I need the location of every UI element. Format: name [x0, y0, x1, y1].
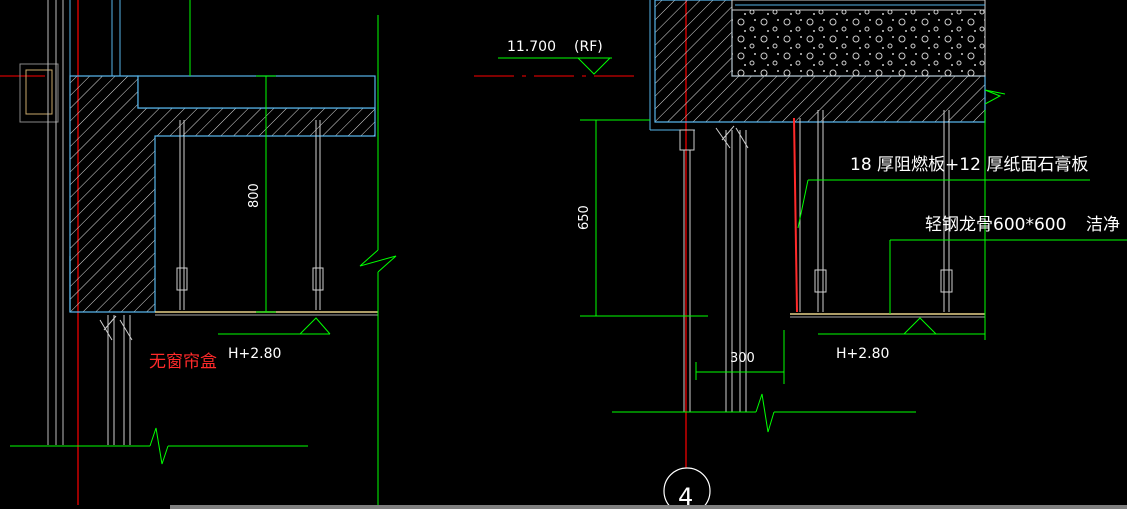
roof-elevation: 11.700: [507, 39, 556, 55]
left-level-label: H+2.80: [228, 346, 281, 362]
left-note-no-curtain-box: 无窗帘盒: [149, 352, 217, 372]
right-level-label: H+2.80: [836, 346, 889, 362]
cad-drawing-canvas: 800 H+2.80 无窗帘盒 11.700 (RF) 650 300 H+2.…: [0, 0, 1127, 509]
callout-clean: 洁净: [1086, 215, 1120, 235]
left-dimension-800: 800: [247, 183, 262, 208]
left-hangers: [176, 120, 324, 310]
right-detail: 11.700 (RF) 650 300 H+2.80 18 厚阻燃板+12 厚纸…: [474, 0, 1127, 509]
right-dimension-300: 300: [730, 351, 755, 366]
left-detail: 800 H+2.80 无窗帘盒: [0, 0, 397, 509]
callout-board: 18 厚阻燃板+12 厚纸面石膏板: [850, 154, 1088, 175]
left-slab: [137, 75, 376, 109]
status-bar: [0, 505, 1127, 509]
callout-keel: 轻钢龙骨600*600: [925, 215, 1066, 235]
fire-retardant-board: [793, 117, 798, 313]
right-dimension-650: 650: [577, 205, 592, 230]
left-concrete-column: [69, 75, 376, 313]
roof-tag: (RF): [574, 39, 603, 55]
roof-insulation-layer: [731, 9, 986, 77]
